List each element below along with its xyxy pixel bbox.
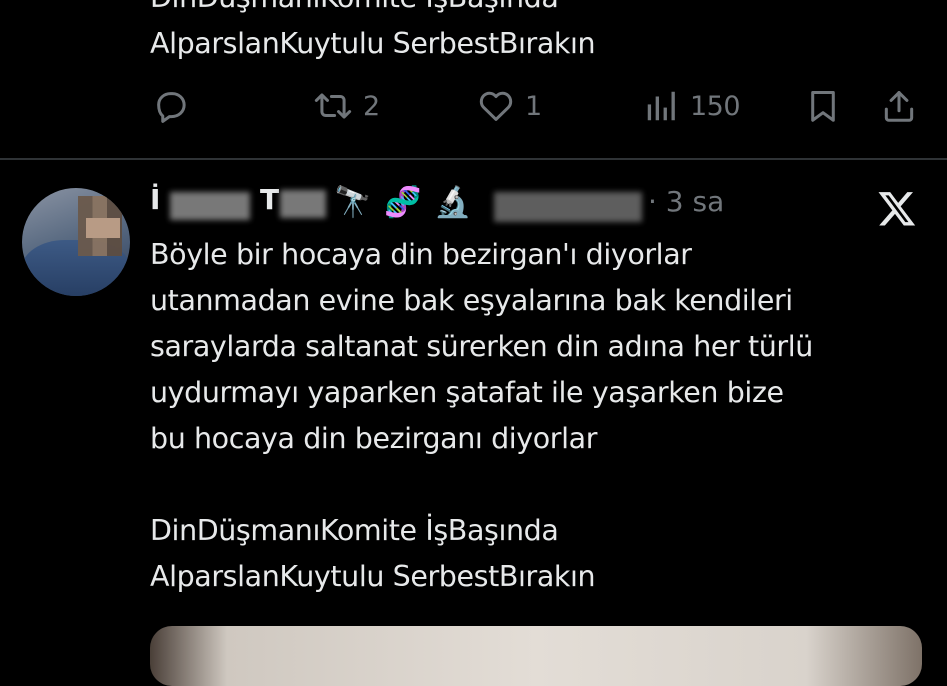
tweet-header: İ T 🔭 🧬 🔬 · 3 sa — [150, 180, 910, 226]
redacted-name-part — [280, 190, 326, 218]
previous-tweet-text-line2: AlparslanKuytulu SerbestBırakın — [150, 27, 596, 60]
views-icon — [643, 87, 681, 125]
retweet-icon — [312, 87, 354, 125]
share-icon — [880, 87, 918, 125]
tweet-body-text: Böyle bir hocaya din bezirgan'ı diyorlar… — [150, 238, 813, 593]
previous-tweet-action-bar: 2 1 150 — [0, 84, 947, 128]
bookmark-icon — [804, 87, 842, 125]
like-button[interactable]: 1 — [476, 84, 542, 128]
avatar-blurred-face-detail — [86, 218, 120, 238]
previous-tweet-text-line1: DinDüşmanıKomite İşBaşında — [150, 0, 559, 21]
reply-button[interactable] — [152, 84, 190, 128]
redacted-name-part — [170, 192, 250, 220]
microscope-emoji: 🔬 — [434, 185, 472, 220]
views-count: 150 — [690, 90, 741, 122]
redacted-handle — [494, 192, 642, 222]
tweet[interactable]: İ T 🔭 🧬 🔬 · 3 sa Böyle bir hocaya din be… — [0, 160, 947, 686]
retweet-button[interactable]: 2 — [312, 84, 380, 128]
author-name-initial[interactable]: İ — [150, 183, 160, 216]
heart-icon — [476, 87, 516, 125]
retweet-count: 2 — [363, 90, 380, 122]
author-name-mid[interactable]: T — [260, 183, 279, 216]
tweet-media-image[interactable] — [150, 626, 922, 686]
avatar[interactable] — [22, 188, 130, 296]
reply-icon — [152, 87, 190, 125]
like-count: 1 — [525, 90, 542, 122]
previous-tweet[interactable]: DinDüşmanıKomite İşBaşında AlparslanKuyt… — [0, 0, 947, 160]
dna-emoji: 🧬 — [384, 185, 422, 220]
x-logo-icon — [877, 188, 917, 228]
tweet-timestamp[interactable]: · 3 sa — [648, 185, 724, 218]
share-button[interactable] — [880, 84, 918, 128]
telescope-emoji: 🔭 — [334, 185, 372, 220]
bookmark-button[interactable] — [804, 84, 842, 128]
views-button[interactable]: 150 — [643, 84, 741, 128]
